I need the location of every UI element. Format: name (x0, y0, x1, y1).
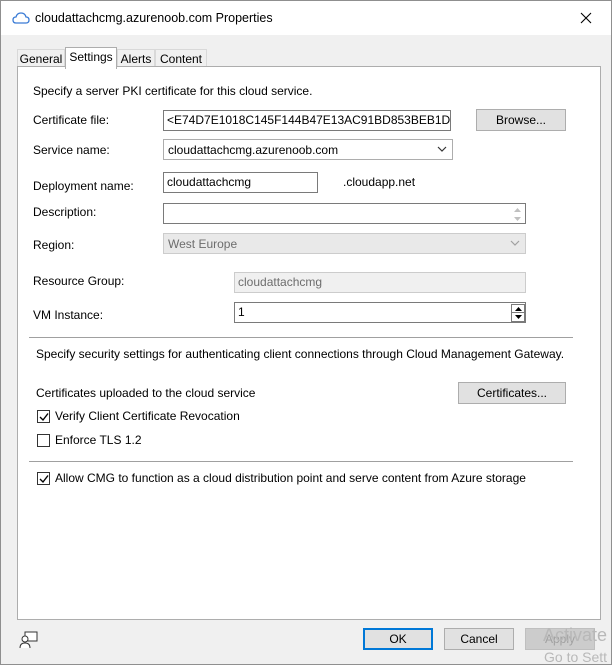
certificates-button[interactable]: Certificates... (458, 382, 566, 404)
region-dropdown[interactable]: West Europe (163, 233, 526, 254)
close-icon (580, 12, 592, 24)
verify-revocation-checkbox[interactable] (37, 410, 50, 423)
verify-revocation-label[interactable]: Verify Client Certificate Revocation (55, 409, 240, 423)
vm-instance-stepper[interactable]: 1 (234, 302, 526, 323)
activation-watermark-sub: Go to Sett (544, 649, 608, 665)
deployment-name-label: Deployment name: (33, 179, 134, 193)
cloud-icon (12, 12, 30, 24)
checkmark-icon (39, 475, 49, 484)
ok-button[interactable]: OK (363, 628, 433, 650)
certificate-file-label: Certificate file: (33, 113, 110, 127)
browse-button[interactable]: Browse... (476, 109, 566, 131)
properties-dialog: cloudattachcmg.azurenoob.com Properties … (0, 0, 612, 665)
service-name-dropdown[interactable]: cloudattachcmg.azurenoob.com (163, 139, 453, 160)
divider (29, 461, 573, 463)
divider (29, 337, 573, 339)
help-person-icon[interactable] (18, 630, 40, 650)
resource-group-label: Resource Group: (33, 274, 125, 288)
scroll-down-icon (510, 214, 524, 223)
certificate-file-field[interactable]: <E74D7E1018C145F144B47E13AC91BD853BEB1DE… (163, 110, 451, 131)
description-scroll[interactable] (510, 205, 524, 222)
security-intro: Specify security settings for authentica… (36, 347, 565, 361)
region-label: Region: (33, 238, 75, 252)
certificates-uploaded-label: Certificates uploaded to the cloud servi… (36, 386, 256, 400)
allow-cdp-checkbox[interactable] (37, 472, 50, 485)
service-name-label: Service name: (33, 143, 110, 157)
region-value: West Europe (168, 237, 238, 251)
resource-group-field: cloudattachcmg (234, 272, 526, 293)
enforce-tls-label[interactable]: Enforce TLS 1.2 (55, 433, 142, 447)
checkmark-icon (39, 413, 49, 422)
title-bar: cloudattachcmg.azurenoob.com Properties (1, 1, 611, 35)
description-field[interactable] (163, 203, 526, 224)
window-title: cloudattachcmg.azurenoob.com Properties (35, 11, 273, 25)
deployment-suffix: .cloudapp.net (343, 175, 416, 189)
activation-watermark: Activate (543, 625, 608, 645)
close-button[interactable] (571, 6, 601, 30)
cancel-button[interactable]: Cancel (444, 628, 514, 650)
allow-cdp-label[interactable]: Allow CMG to function as a cloud distrib… (55, 471, 526, 485)
chevron-down-icon (437, 146, 447, 152)
settings-panel: Specify a server PKI certificate for thi… (17, 66, 601, 620)
spin-up-icon[interactable] (512, 305, 524, 313)
tab-settings[interactable]: Settings (65, 47, 117, 69)
scroll-up-icon (510, 205, 524, 214)
certificate-intro: Specify a server PKI certificate for thi… (33, 84, 313, 98)
chevron-down-icon (510, 240, 520, 246)
spin-down-icon[interactable] (512, 313, 524, 321)
vm-instance-spin[interactable] (511, 304, 525, 322)
deployment-name-field[interactable]: cloudattachcmg (163, 172, 318, 193)
service-name-value: cloudattachcmg.azurenoob.com (168, 143, 339, 157)
vm-instance-label: VM Instance: (33, 308, 104, 322)
enforce-tls-checkbox[interactable] (37, 434, 50, 447)
description-label: Description: (33, 205, 97, 219)
